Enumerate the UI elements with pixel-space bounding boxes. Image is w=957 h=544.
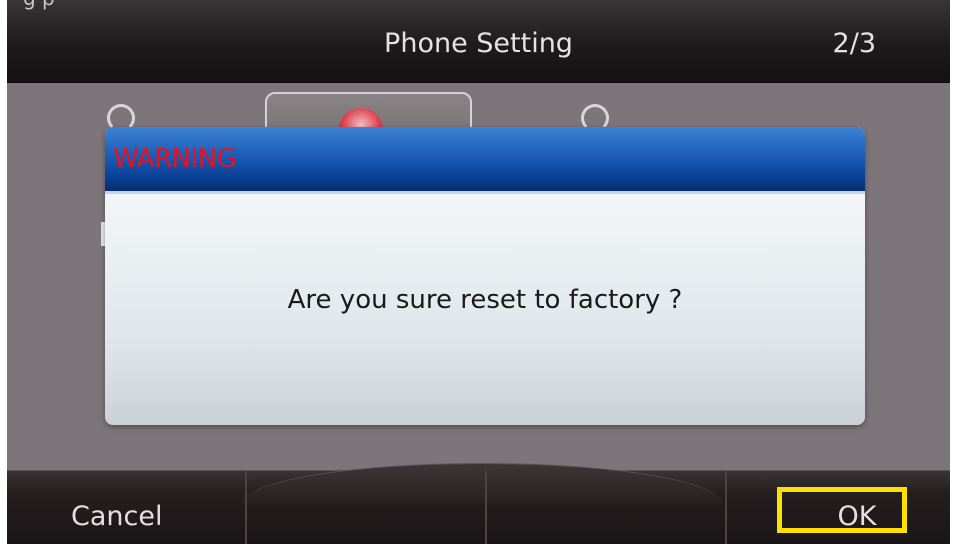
title-bar: g p Phone Setting 2/3 [7, 0, 950, 83]
softkey-3[interactable] [485, 471, 723, 544]
cancel-softkey[interactable]: Cancel [7, 471, 245, 544]
phone-screen: g p Phone Setting 2/3 WARNING Are you su… [7, 0, 950, 544]
dialog-header: WARNING [105, 127, 865, 194]
clipped-top-text: g p [23, 0, 55, 10]
page-indicator: 2/3 [832, 28, 876, 59]
dialog-message: Are you sure reset to factory ? [287, 285, 683, 315]
ok-highlight-box [777, 487, 907, 533]
dialog-title: WARNING [113, 144, 237, 174]
warning-dialog: WARNING Are you sure reset to factory ? [105, 127, 865, 425]
softkey-2[interactable] [245, 471, 483, 544]
cancel-softkey-label: Cancel [71, 501, 163, 532]
page-title: Phone Setting [384, 28, 573, 59]
